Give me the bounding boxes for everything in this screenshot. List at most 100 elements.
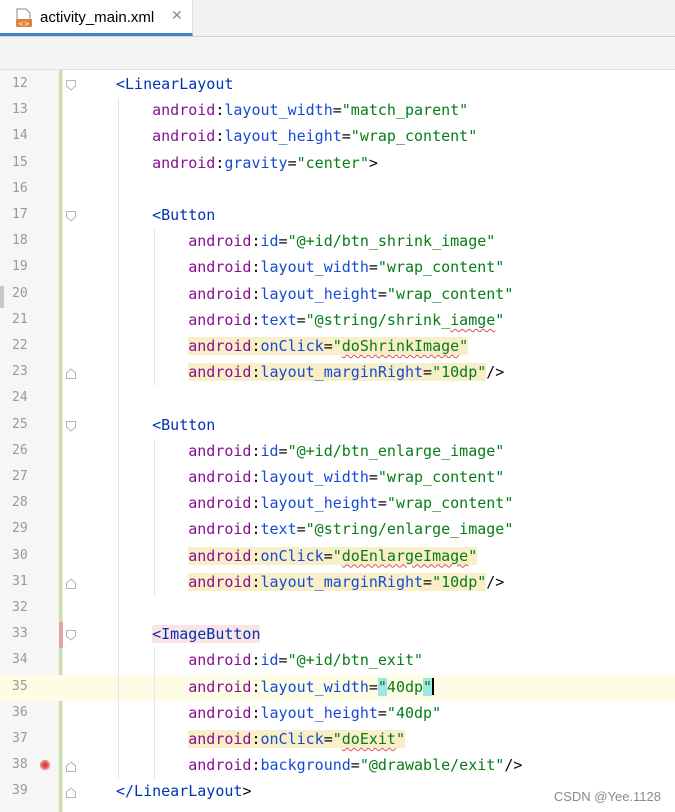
code-line[interactable]: 31 android:layout_marginRight="10dp"/> [0, 570, 675, 596]
code-line[interactable]: 21 android:text="@string/shrink_iamge" [0, 308, 675, 334]
line-number: 18 [12, 233, 28, 249]
code-text: android:onClick="doShrinkImage" [188, 337, 469, 355]
line-number: 39 [12, 783, 28, 799]
line-number: 32 [12, 600, 28, 615]
code-token: android [188, 441, 252, 460]
line-number: 30 [12, 547, 28, 563]
line-number: 28 [12, 495, 28, 511]
code-token: /> [486, 572, 505, 591]
watermark: CSDN @Yee.1128 [553, 789, 661, 804]
code-token: = [341, 127, 351, 146]
line-number: 38 [12, 757, 28, 773]
line-number: 16 [12, 180, 28, 196]
code-token: android [188, 337, 252, 355]
code-line[interactable]: 36 android:layout_height="40dp" [0, 701, 675, 727]
code-text: android:id="@+id/btn_shrink_image" [188, 232, 495, 250]
code-text: android:layout_height="40dp" [188, 704, 441, 722]
tab-activity-main[interactable]: <> activity_main.xml ✕ [0, 0, 193, 36]
code-line[interactable]: 33 <ImageButton [0, 622, 675, 649]
line-number: 36 [12, 704, 28, 720]
code-line[interactable]: 37 android:onClick="doExit" [0, 727, 675, 753]
editor-toolbar [0, 37, 675, 70]
code-token: doEnlargeImage [341, 546, 469, 565]
code-token: id [260, 651, 279, 670]
code-token: /> [486, 363, 505, 382]
breakpoint-icon[interactable] [40, 760, 50, 771]
code-token: = [287, 153, 297, 172]
code-line[interactable]: 20 android:layout_height="wrap_content" [0, 282, 675, 308]
code-token: android [188, 232, 252, 251]
code-token: android [188, 677, 252, 696]
code-token: "10dp" [432, 363, 487, 382]
code-line[interactable]: 16 [0, 177, 675, 203]
line-number: 15 [12, 154, 28, 170]
code-text: android:layout_width="match_parent" [152, 101, 468, 119]
line-number: 23 [12, 364, 28, 380]
code-line[interactable]: 17 <Button [0, 203, 675, 229]
code-line[interactable]: 19 android:layout_width="wrap_content" [0, 255, 675, 281]
fold-close-icon[interactable] [66, 787, 76, 799]
code-token: layout_marginRight [260, 572, 424, 591]
code-token: android [188, 520, 252, 539]
close-icon[interactable]: ✕ [171, 8, 183, 24]
code-line[interactable]: 32 [0, 596, 675, 622]
code-line[interactable]: 34 android:id="@+id/btn_exit" [0, 648, 675, 674]
code-token: layout_width [260, 677, 369, 696]
code-line[interactable]: 35 android:layout_width="40dp" [0, 674, 675, 701]
indent-guide [154, 438, 156, 596]
code-line[interactable]: 30 android:onClick="doEnlargeImage" [0, 544, 675, 570]
code-line[interactable]: 25 <Button [0, 413, 675, 439]
code-line[interactable]: 12 <LinearLayout [0, 72, 675, 98]
code-text: android:layout_width="40dp" [188, 677, 435, 696]
code-editor[interactable]: 12 <LinearLayout 13 android:layout_width="m… [0, 70, 675, 812]
code-token: </LinearLayout [116, 782, 243, 801]
code-line[interactable]: 27 android:layout_width="wrap_content" [0, 465, 675, 491]
fold-close-icon[interactable] [66, 368, 76, 380]
line-number: 26 [12, 442, 28, 458]
fold-close-icon[interactable] [66, 761, 76, 773]
code-line[interactable]: 29 android:text="@string/enlarge_image" [0, 517, 675, 543]
code-line[interactable]: 15 android:gravity="center"> [0, 151, 675, 177]
code-token: android [152, 101, 216, 120]
code-line[interactable]: 23 android:layout_marginRight="10dp"/> [0, 360, 675, 386]
code-text: </LinearLayout> [116, 782, 251, 800]
code-token: onClick [260, 337, 324, 355]
code-line[interactable]: 26 android:id="@+id/btn_enlarge_image" [0, 439, 675, 465]
code-line[interactable]: 13 android:layout_width="match_parent" [0, 98, 675, 124]
code-token: android [188, 572, 252, 591]
line-number: 33 [12, 626, 28, 642]
fold-close-icon[interactable] [66, 578, 76, 589]
code-line[interactable]: 18 android:id="@+id/btn_shrink_image" [0, 229, 675, 255]
code-token: > [242, 782, 252, 801]
code-line[interactable]: 24 [0, 386, 675, 412]
code-line[interactable]: 14 android:layout_height="wrap_content" [0, 124, 675, 150]
code-token: id [260, 232, 279, 251]
line-number: 12 [12, 76, 28, 91]
line-number: 29 [12, 521, 28, 537]
code-token: "@string/enlarge_image" [305, 520, 514, 539]
indent-guide [154, 229, 156, 387]
code-text: android:background="@drawable/exit"/> [188, 756, 522, 774]
code-token: " [423, 677, 433, 696]
fold-open-icon[interactable] [66, 630, 76, 641]
code-token: "@+id/btn_exit" [287, 651, 424, 670]
code-token: layout_width [260, 468, 369, 486]
code-token: text [260, 520, 297, 539]
code-token: <Button [152, 415, 216, 434]
fold-open-icon[interactable] [66, 80, 76, 91]
highlighted-attribute: android:onClick="doEnlargeImage" [188, 546, 478, 565]
code-text: android:layout_height="wrap_content" [152, 127, 477, 145]
code-token: " [468, 546, 478, 565]
code-token: = [323, 337, 333, 355]
code-line[interactable]: 22 android:onClick="doShrinkImage" [0, 334, 675, 360]
code-token: text [260, 310, 297, 329]
fold-open-icon[interactable] [66, 420, 76, 432]
code-line[interactable]: 28 android:layout_height="wrap_content" [0, 491, 675, 517]
line-number: 37 [12, 731, 28, 746]
error-marker [59, 622, 63, 649]
line-number: 27 [12, 469, 28, 484]
code-line[interactable]: 38 android:background="@drawable/exit"/> [0, 753, 675, 779]
code-text: android:gravity="center"> [152, 154, 378, 172]
code-token: layout_height [260, 494, 378, 513]
fold-open-icon[interactable] [66, 211, 76, 222]
